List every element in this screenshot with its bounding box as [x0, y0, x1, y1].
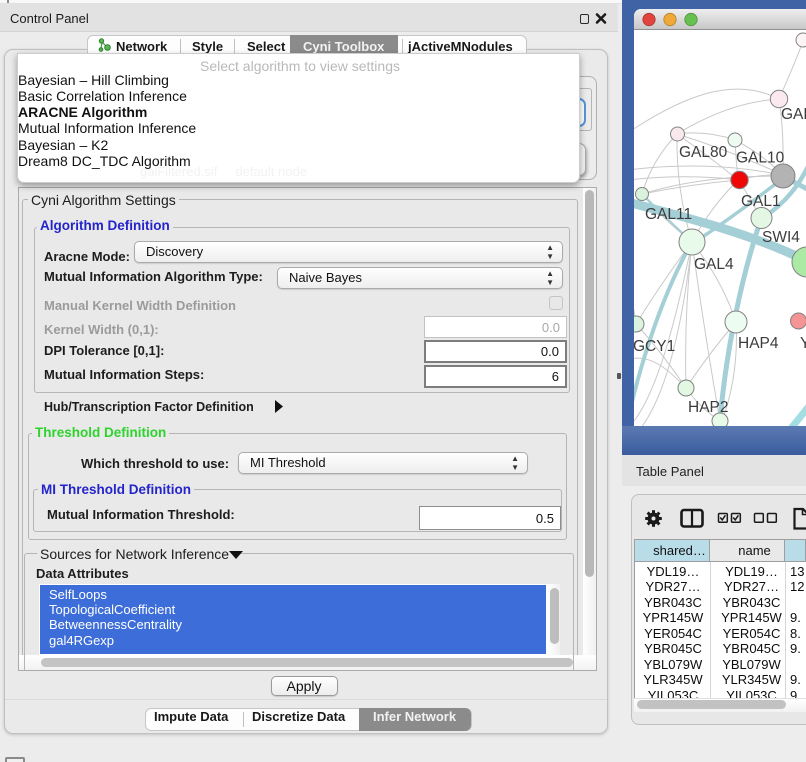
svg-text:SWI4: SWI4	[762, 229, 800, 246]
svg-text:GCY1: GCY1	[634, 338, 675, 355]
svg-text:HAP2: HAP2	[688, 399, 729, 416]
svg-text:GAL10: GAL10	[736, 150, 785, 167]
svg-text:GAL7: GAL7	[781, 106, 806, 123]
svg-text:HAP4: HAP4	[738, 335, 779, 352]
svg-text:GAL1: GAL1	[741, 193, 781, 210]
svg-text:Y: Y	[800, 335, 806, 352]
svg-text:GAL80: GAL80	[679, 144, 728, 161]
svg-text:GAL11: GAL11	[645, 206, 692, 223]
svg-text:GAL4: GAL4	[694, 256, 734, 273]
